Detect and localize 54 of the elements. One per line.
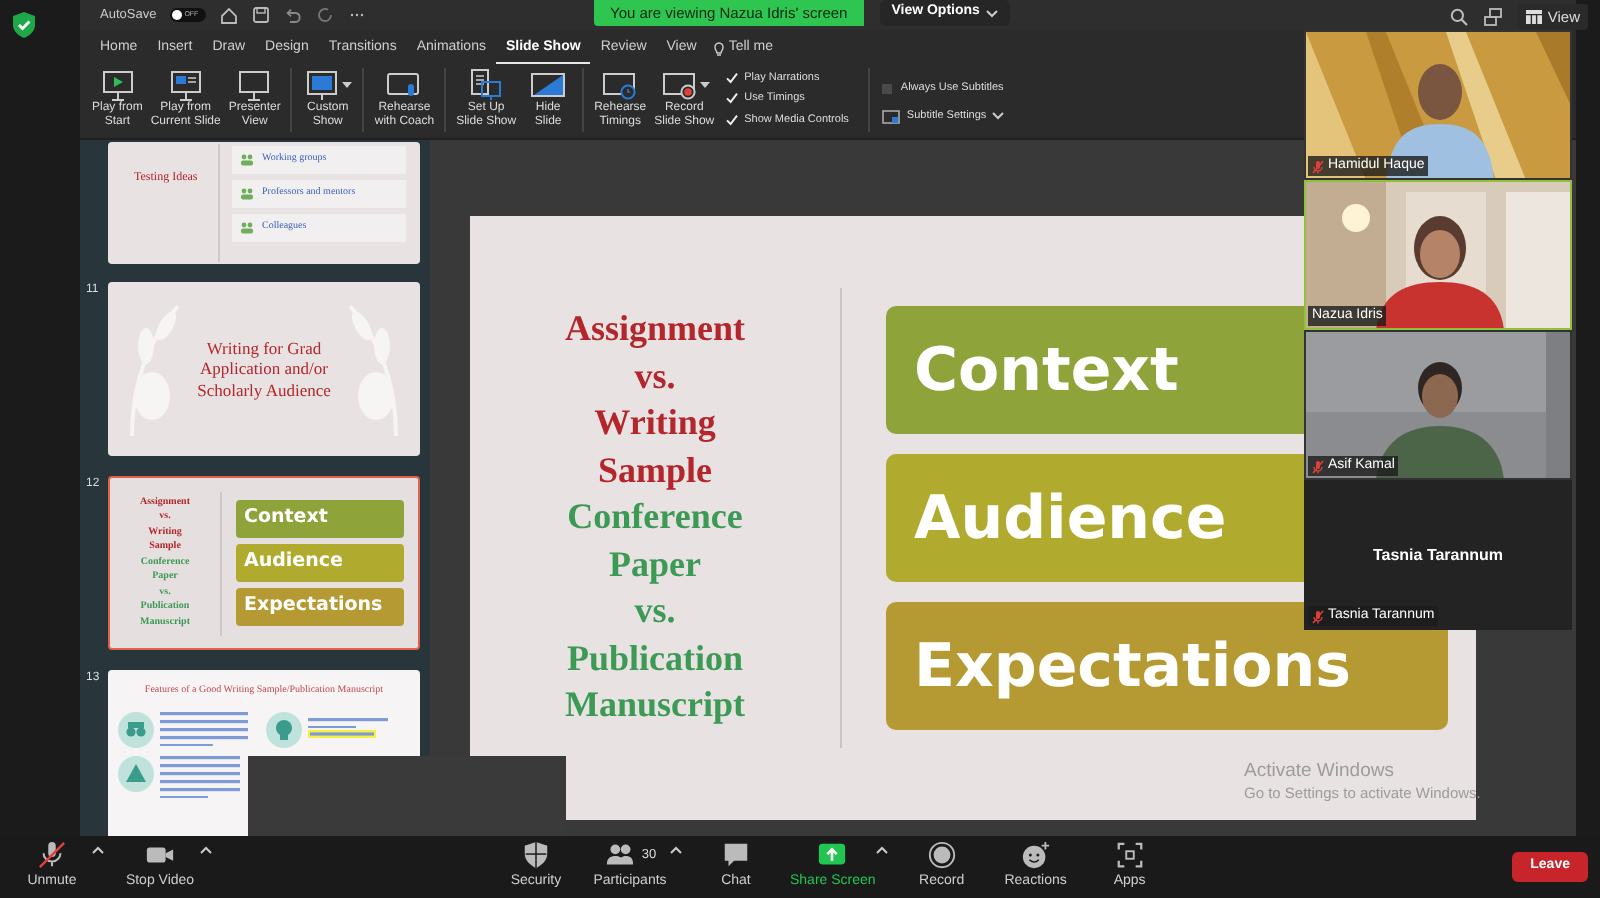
grid-icon xyxy=(1525,10,1542,24)
shield-icon xyxy=(12,12,36,38)
slide-text: Manuscript xyxy=(565,682,745,729)
home-icon[interactable] xyxy=(220,6,239,24)
setup-slides-icon xyxy=(466,68,507,102)
slide-text: Assignment xyxy=(564,306,745,353)
checkbox[interactable] xyxy=(726,72,739,85)
binoculars-icon xyxy=(118,711,154,747)
save-icon[interactable] xyxy=(252,6,271,24)
caret-icon xyxy=(992,112,1005,121)
text-lines-drawing xyxy=(160,755,240,799)
coach-screen-icon xyxy=(384,68,425,102)
activation-title: Activate Windows xyxy=(1244,760,1396,784)
caret-icon[interactable] xyxy=(670,846,682,855)
slide-thumbnail[interactable]: Writing for Grad Application and/or Scholarly Audience xyxy=(108,282,420,456)
lightbulb-icon xyxy=(714,41,725,57)
projector-play-icon xyxy=(97,68,138,102)
subtitle-icon xyxy=(882,109,901,124)
caret-icon[interactable] xyxy=(875,846,888,855)
slide-text: Paper xyxy=(609,541,701,588)
checkbox[interactable] xyxy=(726,92,739,105)
highlighted-text-drawing xyxy=(308,730,376,739)
slide-heading: Writing for Grad Application and/or Scholarly Audience xyxy=(195,337,333,401)
topic-box: Expectations xyxy=(236,588,404,626)
caret-icon xyxy=(985,9,998,17)
apps-icon xyxy=(1113,840,1146,871)
slide-text: Publication xyxy=(566,635,743,682)
head-icon xyxy=(266,711,302,747)
text-lines-drawing xyxy=(160,711,248,747)
chat-bubble-icon xyxy=(720,840,752,871)
share-icon[interactable] xyxy=(1483,8,1502,26)
projector-slide-icon xyxy=(165,68,206,102)
slide-text: Sample xyxy=(597,447,712,494)
caret-icon[interactable] xyxy=(92,846,104,855)
topic-box: Audience xyxy=(236,544,404,582)
topic-box: Context xyxy=(236,500,404,538)
checkbox[interactable] xyxy=(726,113,739,126)
caret-icon[interactable] xyxy=(200,846,212,855)
presenter-screen-icon xyxy=(234,68,275,102)
people-icon xyxy=(240,188,254,200)
checkbox[interactable] xyxy=(882,83,893,94)
people-icon xyxy=(240,222,254,234)
redo-icon[interactable] xyxy=(316,6,335,24)
slide-text: Conference xyxy=(567,494,743,541)
hide-slide-icon xyxy=(528,68,569,102)
undo-icon[interactable] xyxy=(284,6,303,24)
custom-show-icon xyxy=(302,68,343,102)
slide-text: Writing xyxy=(594,400,716,447)
slide-text: vs. xyxy=(634,353,676,400)
people-icon xyxy=(240,154,254,166)
search-icon[interactable] xyxy=(1449,8,1468,26)
record-icon xyxy=(925,840,958,871)
slide-text: vs. xyxy=(634,588,676,635)
text-lines-drawing xyxy=(308,717,388,729)
